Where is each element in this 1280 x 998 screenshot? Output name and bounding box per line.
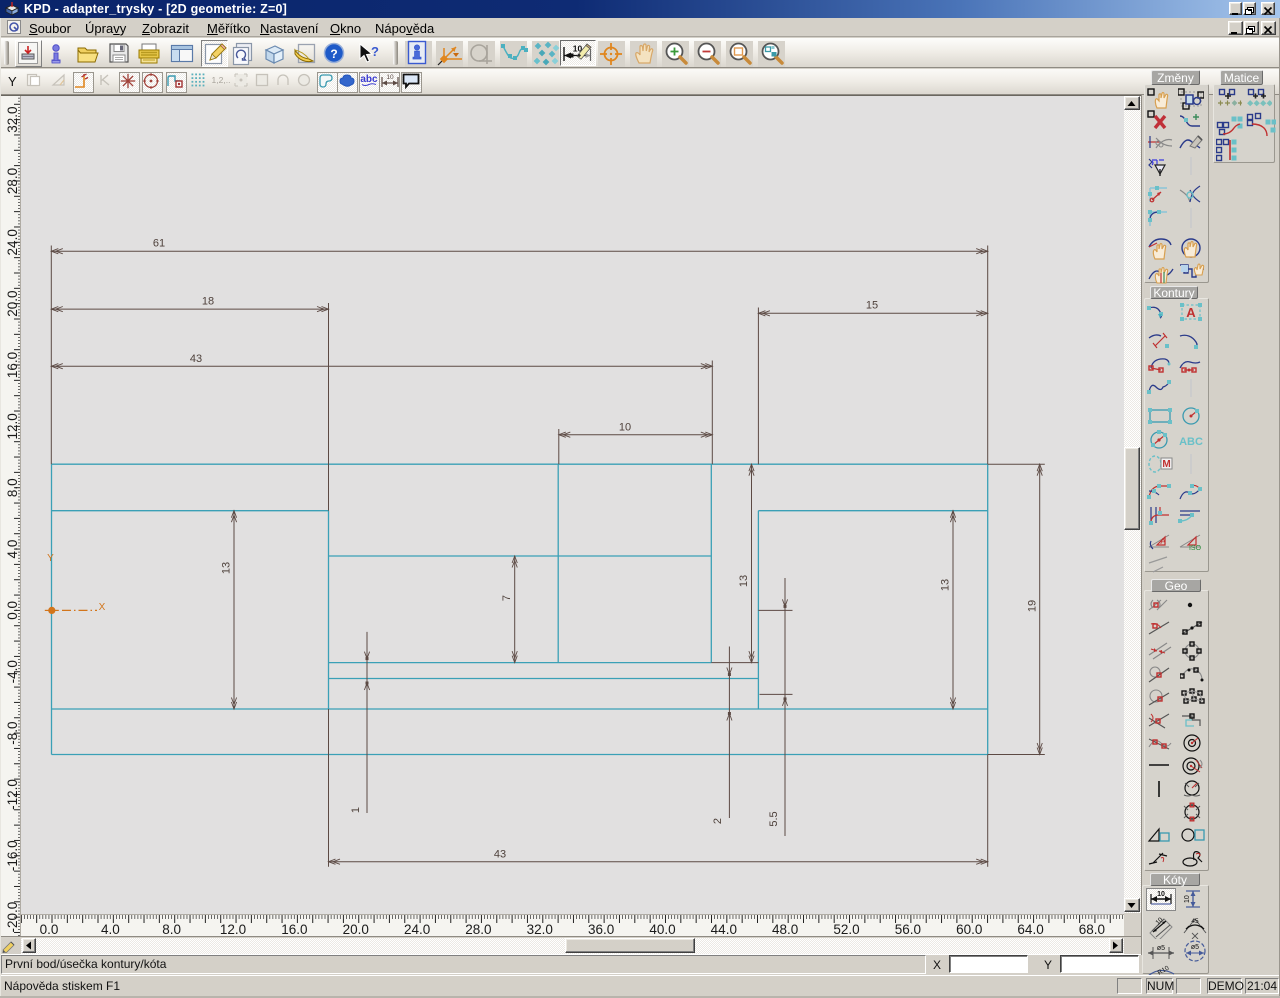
svg-text:12.0: 12.0 <box>5 413 20 439</box>
svg-text:28.0: 28.0 <box>5 168 20 194</box>
svg-text:Y: Y <box>47 553 54 564</box>
svg-text:-4.0: -4.0 <box>5 660 20 683</box>
svg-text:12.0: 12.0 <box>220 922 246 936</box>
svg-text:10: 10 <box>619 422 631 434</box>
svg-text:18: 18 <box>202 296 214 308</box>
svg-text:5.5: 5.5 <box>768 811 780 826</box>
svg-text:?: ? <box>371 44 379 59</box>
svg-text:32.0: 32.0 <box>527 922 553 936</box>
svg-text:R10: R10 <box>1157 965 1171 975</box>
svg-text:M: M <box>1162 459 1170 470</box>
svg-text:-8.0: -8.0 <box>5 721 20 744</box>
svg-text:ø5: ø5 <box>1157 945 1165 952</box>
svg-text:10: 10 <box>1154 916 1164 926</box>
svg-text:43: 43 <box>494 849 506 861</box>
svg-text:43: 43 <box>190 353 202 365</box>
svg-text:-12.0: -12.0 <box>5 779 20 810</box>
svg-text:44.0: 44.0 <box>711 922 737 936</box>
svg-text:15: 15 <box>866 300 878 312</box>
svg-text:28.0: 28.0 <box>465 922 491 936</box>
svg-text:16.0: 16.0 <box>281 922 307 936</box>
svg-text:56.0: 56.0 <box>895 922 921 936</box>
svg-text:A: A <box>1160 537 1166 546</box>
svg-text:ISO: ISO <box>1189 545 1202 552</box>
svg-text:10: 10 <box>1157 891 1165 898</box>
svg-text:60.0: 60.0 <box>956 922 982 936</box>
svg-text:16.0: 16.0 <box>5 352 20 378</box>
svg-text:2: 2 <box>712 818 724 824</box>
svg-text:?: ? <box>330 47 337 61</box>
svg-text:24.0: 24.0 <box>404 922 430 936</box>
svg-text:32.0: 32.0 <box>5 106 20 132</box>
svg-text:61: 61 <box>153 238 165 250</box>
svg-text:1,2,..: 1,2,.. <box>212 75 231 85</box>
svg-text:19: 19 <box>1027 600 1039 612</box>
svg-text:-16.0: -16.0 <box>5 840 20 871</box>
svg-text:13: 13 <box>738 575 750 587</box>
svg-text:13: 13 <box>221 562 233 574</box>
svg-text:68.0: 68.0 <box>1079 922 1105 936</box>
svg-text:0.0: 0.0 <box>5 601 20 620</box>
svg-text:10: 10 <box>1184 895 1191 903</box>
svg-text:-20.0: -20.0 <box>5 902 20 933</box>
svg-text:64.0: 64.0 <box>1017 922 1043 936</box>
svg-text:13: 13 <box>940 579 952 591</box>
svg-text:48.0: 48.0 <box>772 922 798 936</box>
svg-text:4.0: 4.0 <box>101 922 120 936</box>
svg-text:24.0: 24.0 <box>5 229 20 255</box>
svg-text:A: A <box>1186 305 1196 320</box>
svg-text:7: 7 <box>501 595 513 601</box>
svg-text:52.0: 52.0 <box>833 922 859 936</box>
svg-text:1: 1 <box>350 807 362 813</box>
svg-text:ABC: ABC <box>1179 436 1203 448</box>
svg-text:40.0: 40.0 <box>649 922 675 936</box>
svg-text:8.0: 8.0 <box>162 922 181 936</box>
svg-text:36.0: 36.0 <box>588 922 614 936</box>
svg-text:X: X <box>99 602 106 613</box>
svg-text:10: 10 <box>386 74 394 81</box>
svg-text:4.0: 4.0 <box>5 540 20 559</box>
svg-text:ø5: ø5 <box>1191 944 1199 951</box>
svg-text:8.0: 8.0 <box>5 478 20 497</box>
svg-text:abc: abc <box>360 74 378 85</box>
svg-text:0.0: 0.0 <box>40 922 59 936</box>
svg-text:20.0: 20.0 <box>5 291 20 317</box>
svg-text:45: 45 <box>1191 918 1199 925</box>
svg-text:20.0: 20.0 <box>343 922 369 936</box>
